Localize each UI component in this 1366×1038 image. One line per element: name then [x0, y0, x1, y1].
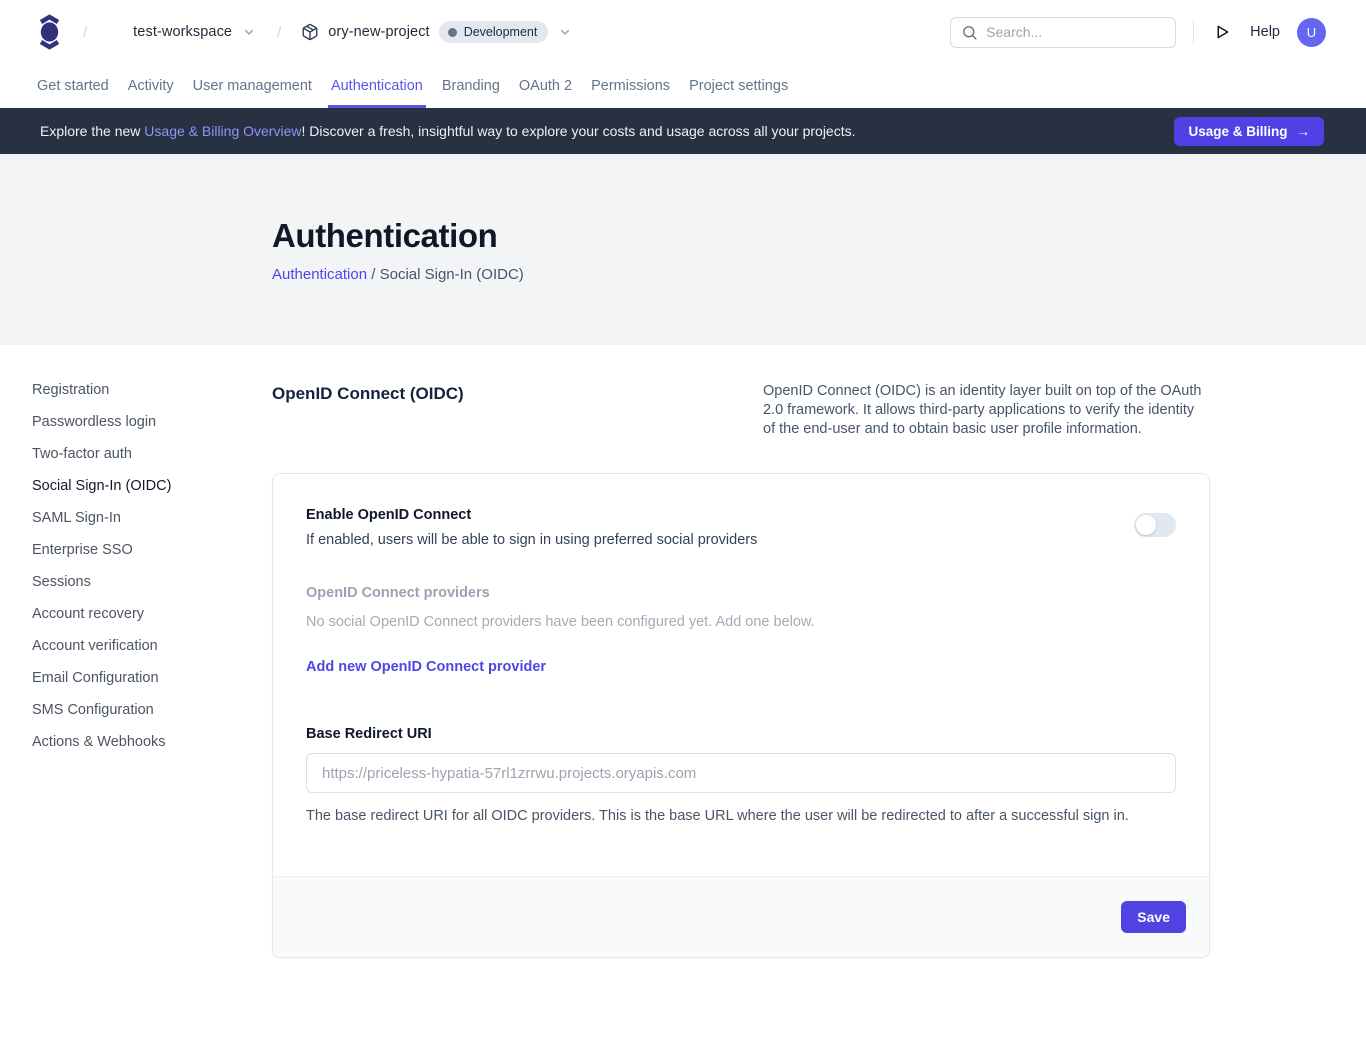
base-redirect-section: Base Redirect URI The base redirect URI … [306, 726, 1176, 824]
tab-authentication[interactable]: Authentication [331, 64, 423, 108]
enable-oidc-row: Enable OpenID Connect If enabled, users … [306, 507, 1176, 548]
sidebar-item-passwordless-login[interactable]: Passwordless login [32, 414, 272, 430]
announcement-banner: Explore the new Usage & Billing Overview… [0, 108, 1366, 154]
breadcrumb-authentication-link[interactable]: Authentication [272, 266, 367, 283]
sidebar-item-registration[interactable]: Registration [32, 382, 272, 398]
tab-oauth2[interactable]: OAuth 2 [519, 64, 572, 108]
usage-billing-button[interactable]: Usage & Billing → [1174, 117, 1324, 146]
banner-text: Explore the new Usage & Billing Overview… [40, 123, 856, 139]
enable-oidc-text: Enable OpenID Connect If enabled, users … [306, 507, 757, 548]
ory-logo-icon[interactable] [36, 13, 63, 51]
toggle-knob [1136, 515, 1156, 535]
header-breadcrumb: / test-workspace / ory-new-project [36, 13, 573, 51]
oidc-settings-card: Enable OpenID Connect If enabled, users … [272, 473, 1210, 958]
add-oidc-provider-link[interactable]: Add new OpenID Connect provider [306, 659, 546, 675]
chevron-down-icon [557, 24, 573, 40]
package-icon [301, 23, 319, 41]
breadcrumb-separator: / [271, 24, 287, 41]
breadcrumb: Authentication / Social Sign-In (OIDC) [272, 266, 1210, 283]
card-footer: Save [273, 876, 1209, 957]
sidebar-item-account-recovery[interactable]: Account recovery [32, 606, 272, 622]
breadcrumb-current: Social Sign-In (OIDC) [380, 266, 524, 283]
header-actions: Help U [950, 17, 1326, 48]
tab-get-started[interactable]: Get started [37, 64, 109, 108]
usage-billing-button-label: Usage & Billing [1188, 124, 1287, 139]
page-hero: Authentication Authentication / Social S… [0, 154, 1366, 345]
tab-project-settings[interactable]: Project settings [689, 64, 788, 108]
section-title: OpenID Connect (OIDC) [272, 382, 464, 404]
banner-text-prefix: Explore the new [40, 123, 144, 139]
enable-oidc-title: Enable OpenID Connect [306, 507, 757, 523]
tab-permissions[interactable]: Permissions [591, 64, 670, 108]
folder-icon [107, 24, 124, 41]
oidc-settings-card-body: Enable OpenID Connect If enabled, users … [273, 474, 1209, 876]
main-panel: OpenID Connect (OIDC) OpenID Connect (OI… [272, 382, 1210, 958]
providers-section: OpenID Connect providers No social OpenI… [306, 585, 1176, 676]
oidc-enable-toggle[interactable] [1134, 513, 1176, 537]
base-redirect-input[interactable] [306, 753, 1176, 793]
project-switcher[interactable]: ory-new-project Development [301, 21, 573, 43]
breadcrumb-separator: / [77, 24, 93, 41]
chevron-down-icon [241, 24, 257, 40]
workspace-name: test-workspace [133, 24, 232, 40]
environment-dot-icon [448, 28, 457, 37]
environment-label: Development [464, 25, 538, 39]
settings-sidebar: Registration Passwordless login Two-fact… [32, 382, 272, 958]
search-icon [961, 24, 978, 41]
cli-button[interactable] [1211, 21, 1233, 43]
sidebar-item-saml-sign-in[interactable]: SAML Sign-In [32, 510, 272, 526]
main-nav-tabs: Get started Activity User management Aut… [0, 64, 1366, 108]
content-area: Registration Passwordless login Two-fact… [0, 345, 1366, 1018]
sidebar-item-email-configuration[interactable]: Email Configuration [32, 670, 272, 686]
tab-user-management[interactable]: User management [193, 64, 312, 108]
workspace-switcher[interactable]: test-workspace [107, 24, 257, 41]
user-avatar[interactable]: U [1297, 18, 1326, 47]
base-redirect-helper: The base redirect URI for all OIDC provi… [306, 808, 1176, 824]
sidebar-item-sessions[interactable]: Sessions [32, 574, 272, 590]
enable-oidc-subtitle: If enabled, users will be able to sign i… [306, 532, 757, 548]
providers-label: OpenID Connect providers [306, 585, 1176, 601]
banner-text-suffix: ! Discover a fresh, insightful way to ex… [301, 123, 855, 139]
section-description: OpenID Connect (OIDC) is an identity lay… [763, 382, 1210, 439]
arrow-right-icon: → [1297, 124, 1311, 139]
page-title: Authentication [272, 216, 1210, 256]
help-link[interactable]: Help [1250, 24, 1280, 40]
save-button[interactable]: Save [1121, 901, 1186, 933]
sidebar-item-enterprise-sso[interactable]: Enterprise SSO [32, 542, 272, 558]
section-header: OpenID Connect (OIDC) OpenID Connect (OI… [272, 382, 1210, 439]
base-redirect-label: Base Redirect URI [306, 726, 1176, 742]
tab-activity[interactable]: Activity [128, 64, 174, 108]
page: / test-workspace / ory-new-project [0, 0, 1366, 1038]
sidebar-item-account-verification[interactable]: Account verification [32, 638, 272, 654]
header-divider [1193, 20, 1194, 44]
tab-branding[interactable]: Branding [442, 64, 500, 108]
usage-billing-overview-link[interactable]: Usage & Billing Overview [144, 123, 301, 139]
breadcrumb-sep: / [367, 266, 380, 283]
play-icon [1213, 23, 1231, 41]
search-box [950, 17, 1176, 48]
top-header: / test-workspace / ory-new-project [0, 0, 1366, 64]
sidebar-item-actions-webhooks[interactable]: Actions & Webhooks [32, 734, 272, 750]
project-name: ory-new-project [328, 24, 429, 40]
environment-badge: Development [439, 21, 549, 43]
sidebar-item-two-factor-auth[interactable]: Two-factor auth [32, 446, 272, 462]
search-input[interactable] [986, 24, 1165, 40]
sidebar-item-social-sign-in-oidc[interactable]: Social Sign-In (OIDC) [32, 478, 272, 494]
providers-empty-text: No social OpenID Connect providers have … [306, 614, 1176, 630]
sidebar-item-sms-configuration[interactable]: SMS Configuration [32, 702, 272, 718]
